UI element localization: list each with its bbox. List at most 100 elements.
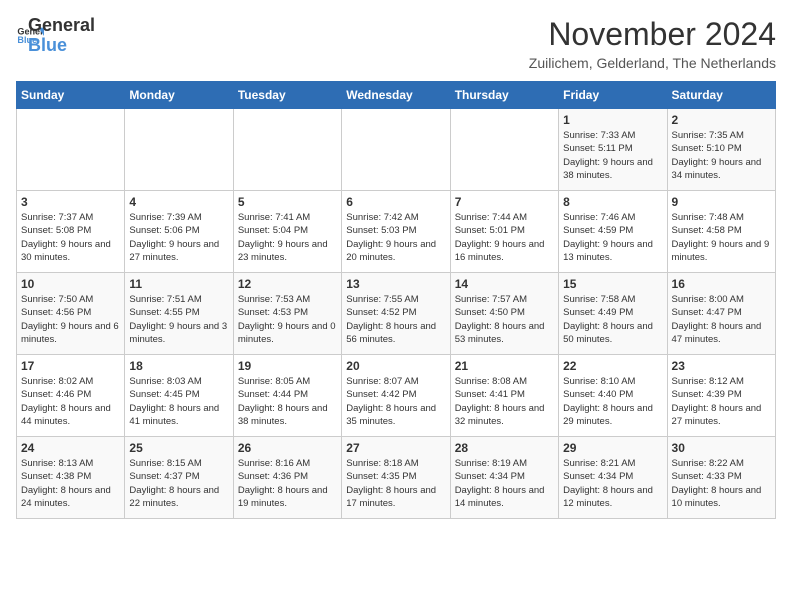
day-info: Sunrise: 7:35 AM Sunset: 5:10 PM Dayligh… — [672, 129, 771, 182]
day-number: 10 — [21, 277, 120, 291]
day-info: Sunrise: 7:39 AM Sunset: 5:06 PM Dayligh… — [129, 211, 228, 264]
day-number: 16 — [672, 277, 771, 291]
calendar-week-row: 10 Sunrise: 7:50 AM Sunset: 4:56 PM Dayli… — [17, 273, 776, 355]
day-number: 17 — [21, 359, 120, 373]
day-info: Sunrise: 7:53 AM Sunset: 4:53 PM Dayligh… — [238, 293, 337, 346]
day-info: Sunrise: 8:15 AM Sunset: 4:37 PM Dayligh… — [129, 457, 228, 510]
day-number: 2 — [672, 113, 771, 127]
calendar-cell: 24 Sunrise: 8:13 AM Sunset: 4:38 PM Dayli… — [17, 437, 125, 519]
calendar-cell: 2 Sunrise: 7:35 AM Sunset: 5:10 PM Daylig… — [667, 109, 775, 191]
day-number: 26 — [238, 441, 337, 455]
day-number: 7 — [455, 195, 554, 209]
header: General Blue General Blue November 2024 … — [16, 16, 776, 71]
calendar-cell: 19Sunrise: 8:05 AM Sunset: 4:44 PM Dayli… — [233, 355, 341, 437]
location-title: Zuilichem, Gelderland, The Netherlands — [529, 55, 776, 71]
day-info: Sunrise: 8:22 AM Sunset: 4:33 PM Dayligh… — [672, 457, 771, 510]
calendar-cell — [342, 109, 450, 191]
day-number: 30 — [672, 441, 771, 455]
calendar-header-row: SundayMondayTuesdayWednesdayThursdayFrid… — [17, 82, 776, 109]
day-info: Sunrise: 8:21 AM Sunset: 4:34 PM Dayligh… — [563, 457, 662, 510]
day-number: 5 — [238, 195, 337, 209]
day-info: Sunrise: 7:57 AM Sunset: 4:50 PM Dayligh… — [455, 293, 554, 346]
calendar-cell: 23 Sunrise: 8:12 AM Sunset: 4:39 PM Dayli… — [667, 355, 775, 437]
header-saturday: Saturday — [667, 82, 775, 109]
calendar-week-row: 3 Sunrise: 7:37 AM Sunset: 5:08 PM Daylig… — [17, 191, 776, 273]
calendar-cell: 21 Sunrise: 8:08 AM Sunset: 4:41 PM Dayli… — [450, 355, 558, 437]
month-title: November 2024 — [529, 16, 776, 53]
day-number: 29 — [563, 441, 662, 455]
day-number: 24 — [21, 441, 120, 455]
day-info: Sunrise: 7:44 AM Sunset: 5:01 PM Dayligh… — [455, 211, 554, 264]
day-info: Sunrise: 7:50 AM Sunset: 4:56 PM Dayligh… — [21, 293, 120, 346]
calendar-cell: 20Sunrise: 8:07 AM Sunset: 4:42 PM Dayli… — [342, 355, 450, 437]
calendar-cell: 1 Sunrise: 7:33 AM Sunset: 5:11 PM Daylig… — [559, 109, 667, 191]
day-info: Sunrise: 8:00 AM Sunset: 4:47 PM Dayligh… — [672, 293, 771, 346]
header-tuesday: Tuesday — [233, 82, 341, 109]
day-number: 6 — [346, 195, 445, 209]
calendar-week-row: 1 Sunrise: 7:33 AM Sunset: 5:11 PM Daylig… — [17, 109, 776, 191]
day-info: Sunrise: 8:05 AM Sunset: 4:44 PM Dayligh… — [238, 375, 337, 428]
day-number: 8 — [563, 195, 662, 209]
day-number: 9 — [672, 195, 771, 209]
day-number: 3 — [21, 195, 120, 209]
day-info: Sunrise: 8:02 AM Sunset: 4:46 PM Dayligh… — [21, 375, 120, 428]
calendar-cell: 27 Sunrise: 8:18 AM Sunset: 4:35 PM Dayli… — [342, 437, 450, 519]
calendar-week-row: 24 Sunrise: 8:13 AM Sunset: 4:38 PM Dayli… — [17, 437, 776, 519]
day-info: Sunrise: 8:18 AM Sunset: 4:35 PM Dayligh… — [346, 457, 445, 510]
calendar-cell: 26 Sunrise: 8:16 AM Sunset: 4:36 PM Dayli… — [233, 437, 341, 519]
day-info: Sunrise: 8:16 AM Sunset: 4:36 PM Dayligh… — [238, 457, 337, 510]
calendar-cell: 18Sunrise: 8:03 AM Sunset: 4:45 PM Dayli… — [125, 355, 233, 437]
day-number: 22 — [563, 359, 662, 373]
header-wednesday: Wednesday — [342, 82, 450, 109]
day-info: Sunrise: 8:19 AM Sunset: 4:34 PM Dayligh… — [455, 457, 554, 510]
day-info: Sunrise: 8:07 AM Sunset: 4:42 PM Dayligh… — [346, 375, 445, 428]
header-friday: Friday — [559, 82, 667, 109]
day-number: 14 — [455, 277, 554, 291]
day-info: Sunrise: 7:48 AM Sunset: 4:58 PM Dayligh… — [672, 211, 771, 264]
day-info: Sunrise: 8:12 AM Sunset: 4:39 PM Dayligh… — [672, 375, 771, 428]
calendar-cell — [17, 109, 125, 191]
day-number: 27 — [346, 441, 445, 455]
calendar-cell: 14 Sunrise: 7:57 AM Sunset: 4:50 PM Dayli… — [450, 273, 558, 355]
day-number: 11 — [129, 277, 228, 291]
title-area: November 2024 Zuilichem, Gelderland, The… — [529, 16, 776, 71]
day-number: 21 — [455, 359, 554, 373]
calendar-cell: 11Sunrise: 7:51 AM Sunset: 4:55 PM Dayli… — [125, 273, 233, 355]
calendar-cell: 7 Sunrise: 7:44 AM Sunset: 5:01 PM Daylig… — [450, 191, 558, 273]
day-number: 1 — [563, 113, 662, 127]
calendar-cell: 10 Sunrise: 7:50 AM Sunset: 4:56 PM Dayli… — [17, 273, 125, 355]
calendar-cell — [450, 109, 558, 191]
day-number: 4 — [129, 195, 228, 209]
calendar-cell — [233, 109, 341, 191]
day-number: 28 — [455, 441, 554, 455]
calendar-week-row: 17 Sunrise: 8:02 AM Sunset: 4:46 PM Dayli… — [17, 355, 776, 437]
calendar-cell: 28 Sunrise: 8:19 AM Sunset: 4:34 PM Dayli… — [450, 437, 558, 519]
day-info: Sunrise: 8:13 AM Sunset: 4:38 PM Dayligh… — [21, 457, 120, 510]
logo-text-blue: Blue — [28, 36, 95, 56]
day-info: Sunrise: 8:08 AM Sunset: 4:41 PM Dayligh… — [455, 375, 554, 428]
calendar-cell: 17 Sunrise: 8:02 AM Sunset: 4:46 PM Dayli… — [17, 355, 125, 437]
calendar-cell: 5Sunrise: 7:41 AM Sunset: 5:04 PM Daylig… — [233, 191, 341, 273]
calendar-cell: 12 Sunrise: 7:53 AM Sunset: 4:53 PM Dayli… — [233, 273, 341, 355]
calendar-cell — [125, 109, 233, 191]
day-info: Sunrise: 7:55 AM Sunset: 4:52 PM Dayligh… — [346, 293, 445, 346]
day-info: Sunrise: 8:10 AM Sunset: 4:40 PM Dayligh… — [563, 375, 662, 428]
day-number: 25 — [129, 441, 228, 455]
calendar-cell: 6Sunrise: 7:42 AM Sunset: 5:03 PM Daylig… — [342, 191, 450, 273]
calendar-cell: 22 Sunrise: 8:10 AM Sunset: 4:40 PM Dayli… — [559, 355, 667, 437]
calendar-cell: 3 Sunrise: 7:37 AM Sunset: 5:08 PM Daylig… — [17, 191, 125, 273]
day-number: 23 — [672, 359, 771, 373]
calendar-cell: 4 Sunrise: 7:39 AM Sunset: 5:06 PM Daylig… — [125, 191, 233, 273]
calendar-cell: 13Sunrise: 7:55 AM Sunset: 4:52 PM Dayli… — [342, 273, 450, 355]
calendar-cell: 8 Sunrise: 7:46 AM Sunset: 4:59 PM Daylig… — [559, 191, 667, 273]
header-monday: Monday — [125, 82, 233, 109]
day-info: Sunrise: 7:46 AM Sunset: 4:59 PM Dayligh… — [563, 211, 662, 264]
header-sunday: Sunday — [17, 82, 125, 109]
day-info: Sunrise: 7:37 AM Sunset: 5:08 PM Dayligh… — [21, 211, 120, 264]
calendar-cell: 29 Sunrise: 8:21 AM Sunset: 4:34 PM Dayli… — [559, 437, 667, 519]
day-number: 12 — [238, 277, 337, 291]
logo-text-general: General — [28, 16, 95, 36]
calendar-cell: 9 Sunrise: 7:48 AM Sunset: 4:58 PM Daylig… — [667, 191, 775, 273]
calendar-cell: 30 Sunrise: 8:22 AM Sunset: 4:33 PM Dayli… — [667, 437, 775, 519]
day-info: Sunrise: 7:33 AM Sunset: 5:11 PM Dayligh… — [563, 129, 662, 182]
